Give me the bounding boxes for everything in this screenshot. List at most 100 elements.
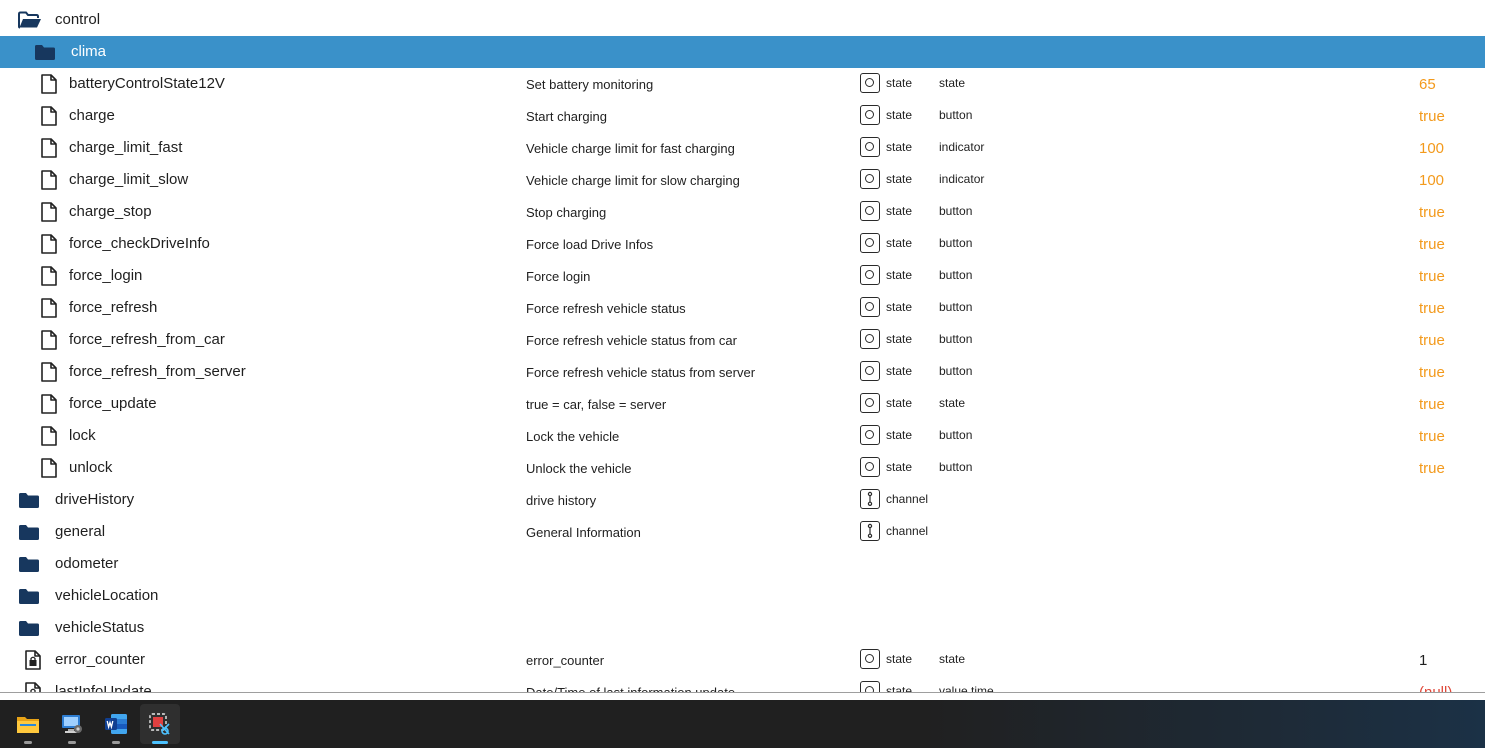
object-name: force_checkDriveInfo <box>69 235 210 252</box>
object-description: Force refresh vehicle status from car <box>526 333 737 348</box>
object-role: button <box>939 460 973 474</box>
tree-folder-row[interactable]: clima <box>0 36 1485 68</box>
object-role: button <box>939 428 973 442</box>
object-description: Vehicle charge limit for fast charging <box>526 141 735 156</box>
object-type: state <box>886 268 913 282</box>
object-role: indicator <box>939 172 985 186</box>
object-name: force_login <box>69 267 143 284</box>
tree-state-row[interactable]: charge_limit_slow Vehicle charge limit fo… <box>0 164 1485 196</box>
object-name: charge_limit_fast <box>69 139 183 156</box>
tree-state-row[interactable]: force_refresh_from_server Force refresh v… <box>0 356 1485 388</box>
state-type-icon <box>860 201 880 221</box>
tree-folder-row[interactable]: vehicleStatus <box>0 612 1485 644</box>
folder-icon <box>18 491 40 509</box>
tree-state-row[interactable]: charge_limit_fast Vehicle charge limit fo… <box>0 132 1485 164</box>
tree-state-row[interactable]: force_checkDriveInfo Force load Drive Inf… <box>0 228 1485 260</box>
tree-state-row[interactable]: lastInfoUpdate Date/Time of last informat… <box>0 676 1485 692</box>
object-description: Force login <box>526 269 591 284</box>
object-description: General Information <box>526 525 641 540</box>
object-type: channel <box>886 524 929 538</box>
object-role: button <box>939 300 973 314</box>
object-name: lock <box>69 427 96 444</box>
word-icon <box>105 714 127 734</box>
object-name: control <box>55 11 101 28</box>
object-role: button <box>939 364 973 378</box>
object-value[interactable]: 100 <box>1419 172 1444 190</box>
object-value[interactable]: true <box>1419 300 1445 318</box>
folder-icon <box>18 523 40 541</box>
object-value[interactable]: true <box>1419 204 1445 222</box>
object-type: state <box>886 76 913 90</box>
tree-state-row[interactable]: lock Lock the vehicle state button true <box>0 420 1485 452</box>
object-description: Force load Drive Infos <box>526 237 654 252</box>
state-type-icon <box>860 329 880 349</box>
tree-state-row[interactable]: force_update true = car, false = server st… <box>0 388 1485 420</box>
tree-folder-row[interactable]: vehicleLocation <box>0 580 1485 612</box>
object-role: button <box>939 332 973 346</box>
taskbar-button-file-explorer[interactable] <box>8 704 48 744</box>
state-type-icon <box>860 681 880 692</box>
object-type: state <box>886 652 913 666</box>
tree-folder-row[interactable]: control <box>0 4 1485 36</box>
object-description: Force refresh vehicle status <box>526 301 686 316</box>
object-type: state <box>886 108 913 122</box>
object-type: state <box>886 428 913 442</box>
object-value[interactable]: 100 <box>1419 140 1444 158</box>
object-type: state <box>886 396 913 410</box>
remote-desktop-icon <box>62 715 82 733</box>
file-icon <box>40 106 62 126</box>
taskbar-button-snipping-tool[interactable] <box>140 704 180 744</box>
tree-state-row[interactable]: force_refresh Force refresh vehicle statu… <box>0 292 1485 324</box>
object-name: clima <box>71 43 107 60</box>
object-description: Set battery monitoring <box>526 77 654 92</box>
object-value[interactable]: true <box>1419 364 1445 382</box>
tree-state-row[interactable]: charge Start charging state button true <box>0 100 1485 132</box>
tree-state-row[interactable]: force_login Force login state button true <box>0 260 1485 292</box>
object-description: Force refresh vehicle status from server <box>526 365 756 380</box>
folder-icon <box>18 619 40 637</box>
tree-state-row[interactable]: error_counter error_counter state state 1 <box>0 644 1485 676</box>
object-type: state <box>886 172 913 186</box>
tree-state-row[interactable]: force_refresh_from_car Force refresh vehi… <box>0 324 1485 356</box>
running-indicator <box>152 741 168 744</box>
object-value[interactable]: true <box>1419 332 1445 350</box>
tree-folder-row[interactable]: driveHistory drive history channel <box>0 484 1485 516</box>
object-name: vehicleStatus <box>55 619 145 636</box>
taskbar-button-remote-desktop[interactable] <box>52 704 92 744</box>
object-description: Unlock the vehicle <box>526 461 632 476</box>
channel-type-icon <box>860 521 880 541</box>
folder-open-icon <box>18 11 41 29</box>
object-value[interactable]: 65 <box>1419 76 1436 94</box>
object-role: state <box>939 652 966 666</box>
object-name: lastInfoUpdate <box>55 683 152 692</box>
tree-folder-row[interactable]: odometer <box>0 548 1485 580</box>
file-icon <box>40 234 62 254</box>
object-value[interactable]: true <box>1419 396 1445 414</box>
state-type-icon <box>860 297 880 317</box>
object-value[interactable]: true <box>1419 268 1445 286</box>
object-value[interactable]: true <box>1419 108 1445 126</box>
object-value[interactable]: (null) <box>1419 684 1452 692</box>
tree-state-row[interactable]: unlock Unlock the vehicle state button true <box>0 452 1485 484</box>
object-role: indicator <box>939 140 985 154</box>
tree-folder-row[interactable]: general General Information channel <box>0 516 1485 548</box>
object-value[interactable]: true <box>1419 236 1445 254</box>
running-indicator <box>24 741 32 744</box>
object-value[interactable]: true <box>1419 428 1445 446</box>
taskbar-button-word[interactable] <box>96 704 136 744</box>
object-type: state <box>886 204 913 218</box>
object-value[interactable]: 1 <box>1419 652 1427 670</box>
object-name: odometer <box>55 555 119 572</box>
object-type: state <box>886 460 913 474</box>
object-description: true = car, false = server <box>526 397 667 412</box>
folder-icon <box>18 587 40 605</box>
file-explorer-icon <box>17 717 39 733</box>
file-lock-icon <box>24 650 46 670</box>
file-icon <box>40 458 62 478</box>
object-value[interactable]: true <box>1419 460 1445 478</box>
tree-state-row[interactable]: charge_stop Stop charging state button true <box>0 196 1485 228</box>
tree-state-row[interactable]: batteryControlState12V Set battery monito… <box>0 68 1485 100</box>
object-description: Start charging <box>526 109 607 124</box>
object-description: Lock the vehicle <box>526 429 620 444</box>
object-name: unlock <box>69 459 113 476</box>
